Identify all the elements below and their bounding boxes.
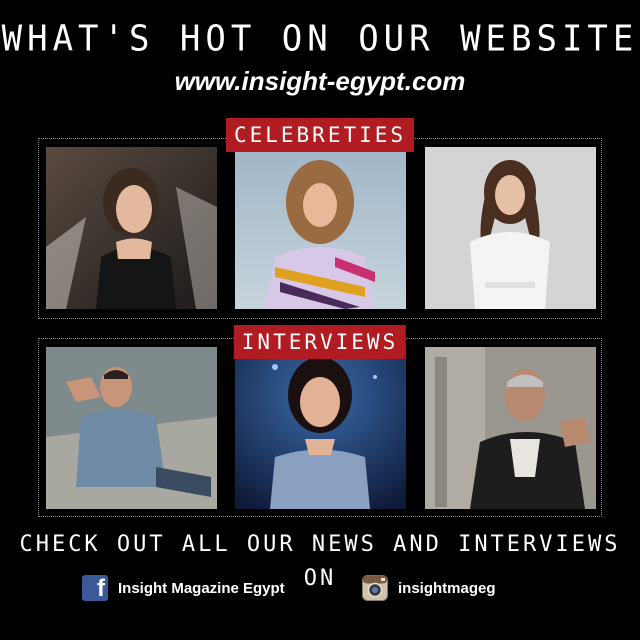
instagram-link[interactable]: insightmageg (362, 574, 496, 602)
headline: WHAT'S HOT ON OUR WEBSITE (1, 18, 639, 60)
facebook-page-name: Insight Magazine Egypt (118, 579, 285, 597)
celebrity-photo-1[interactable] (46, 147, 217, 309)
instagram-icon (362, 575, 388, 601)
interview-photo-1[interactable] (46, 347, 217, 509)
interview-photo-3[interactable] (425, 347, 596, 509)
website-url[interactable]: www.insight-egypt.com (0, 64, 640, 98)
celebrities-label[interactable]: CELEBRETIES (225, 118, 415, 152)
celebrity-photo-3[interactable] (425, 147, 596, 309)
interview-photo-2[interactable] (235, 347, 406, 509)
interviews-label[interactable]: INTERVIEWS (233, 325, 407, 359)
facebook-icon: f (82, 575, 108, 601)
instagram-handle: insightmageg (398, 579, 496, 597)
facebook-link[interactable]: f Insight Magazine Egypt (82, 574, 285, 602)
celebrity-photo-2[interactable] (235, 147, 406, 309)
